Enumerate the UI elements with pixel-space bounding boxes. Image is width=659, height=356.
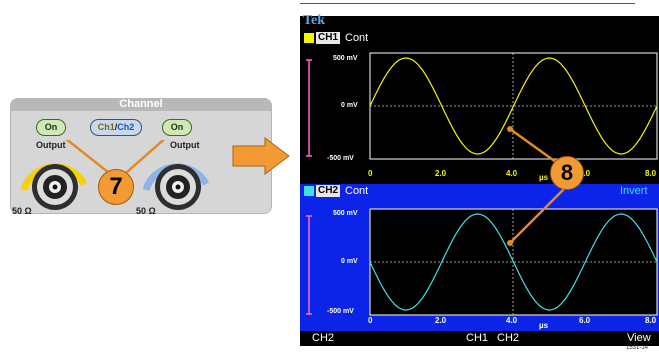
ch1-y-bot: -500 mV	[327, 155, 354, 162]
ch2-label: Ch2	[117, 122, 135, 132]
ch1-x-tick: 8.0	[645, 169, 657, 178]
softkey-view[interactable]: View	[627, 332, 651, 344]
callout-8: 8	[550, 156, 584, 190]
ch2-x-tick: 0	[368, 316, 373, 325]
softkey-ch2-right[interactable]: CH2	[497, 332, 519, 344]
softkey-ch1[interactable]: CH1	[466, 332, 488, 344]
ohm-right-label: 50 Ω	[136, 206, 156, 216]
ch2-y-mid: 0 mV	[341, 258, 358, 265]
ch1-y-top: 500 mV	[333, 55, 358, 62]
bnc-right-icon	[155, 164, 201, 210]
ch1-x-tick: 4.0	[506, 169, 518, 178]
ch1-x-tick: 0	[368, 169, 373, 178]
ch2-x-tick: 2.0	[435, 316, 447, 325]
ch2-y-bot: -500 mV	[327, 308, 354, 315]
ch2-x-tick: 8.0	[645, 316, 657, 325]
ohm-left-label: 50 Ω	[12, 206, 32, 216]
callout-7: 7	[98, 169, 134, 205]
header-rule	[300, 3, 635, 4]
waveform-display	[306, 52, 658, 342]
arrow-right-icon	[232, 137, 290, 175]
figure-id: 1531-14	[626, 345, 649, 351]
ch2-y-top: 500 mV	[333, 210, 358, 217]
softkey-ch2[interactable]: CH2	[312, 332, 334, 344]
ch1-x-tick: 2.0	[435, 169, 447, 178]
ch2-x-unit: µs	[539, 321, 549, 330]
channel1-on-button[interactable]: On	[36, 119, 66, 136]
channel2-on-button[interactable]: On	[162, 119, 192, 136]
ch1-y-mid: 0 mV	[341, 102, 358, 109]
ch2-x-tick: 6.0	[579, 316, 591, 325]
channel-panel-title: Channel	[10, 98, 272, 111]
ch1-x-unit: µs	[539, 173, 549, 182]
ch1-label: Ch1	[97, 122, 115, 132]
ch1-ch2-select-button[interactable]: Ch1/Ch2	[90, 119, 142, 136]
ch2-x-tick: 4.0	[506, 316, 518, 325]
bnc-left-icon	[32, 164, 78, 210]
